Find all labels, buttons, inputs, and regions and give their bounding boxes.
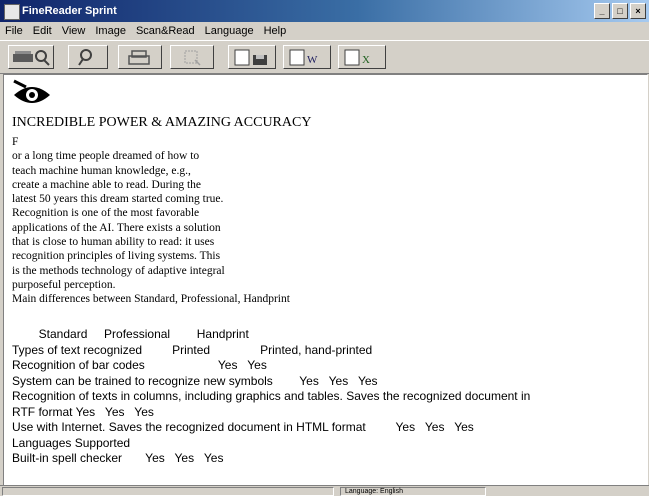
menu-view[interactable]: View (57, 22, 91, 40)
table-row: System can be trained to recognize new s… (12, 373, 378, 388)
close-button[interactable]: × (630, 3, 646, 19)
table-row: Types of text recognized Printed Printed… (12, 342, 373, 357)
maximize-button[interactable]: □ (612, 3, 628, 19)
save-doc-button[interactable] (228, 45, 276, 69)
text-line: Main differences between Standard, Profe… (12, 293, 290, 306)
table-row: Built-in spell checker Yes Yes Yes (12, 451, 224, 465)
selection-icon (184, 50, 201, 66)
eye-image (12, 79, 52, 111)
text-line: recognition principles of living systems… (12, 250, 221, 263)
send-excel-button[interactable]: X (338, 45, 386, 69)
status-panel-language: Language: English (340, 487, 486, 496)
app-icon (4, 4, 20, 20)
table-row: RTF format Yes Yes Yes (12, 404, 154, 419)
table-row: Recognition of bar codes Yes Yes (12, 358, 267, 372)
menu-scan-read[interactable]: Scan&Read (131, 22, 200, 40)
table-row: Recognition of texts in columns, includi… (12, 389, 531, 403)
print-button[interactable] (118, 45, 162, 69)
table-row: Languages Supported (12, 435, 131, 450)
select-button[interactable] (170, 45, 214, 69)
table-row: Standard Professional Handprint (12, 327, 249, 341)
menu-file[interactable]: File (0, 22, 28, 40)
send-document-icon: W (289, 49, 318, 66)
window-title: FineReader Sprint (22, 5, 117, 17)
magnifier-icon (78, 49, 92, 66)
send-word-button[interactable]: W (283, 45, 331, 69)
menu-image[interactable]: Image (90, 22, 131, 40)
svg-text:W: W (307, 54, 318, 66)
zoom-button[interactable] (68, 45, 108, 69)
toolbar: W X (0, 40, 649, 74)
text-line: teach machine human knowledge, e.g., (12, 164, 191, 177)
minimize-button[interactable]: _ (594, 3, 610, 19)
title-bar: FineReader Sprint _ □ × (0, 0, 649, 22)
document-heading: INCREDIBLE POWER & AMAZING ACCURACY (12, 115, 312, 130)
document-paragraph: F or a long time people dreamed of how t… (12, 135, 290, 307)
text-line: Recognition is one of the most favorable (12, 207, 200, 220)
text-line: latest 50 years this dream started comin… (12, 193, 224, 206)
menu-bar: File Edit View Image Scan&Read Language … (0, 22, 649, 40)
send-spreadsheet-icon: X (344, 49, 370, 66)
printer-icon (128, 50, 150, 65)
text-line: that is close to human ability to read: … (12, 236, 215, 249)
text-line: is the methods technology of adaptive in… (12, 264, 225, 277)
scan-read-button[interactable] (8, 45, 54, 69)
table-row: Use with Internet. Saves the recognized … (12, 420, 474, 434)
text-line: applications of the AI. There exists a s… (12, 221, 221, 234)
svg-text:X: X (362, 54, 370, 66)
text-line: purposeful perception. (12, 278, 116, 291)
text-line: create a machine able to read. During th… (12, 178, 202, 191)
scan-read-icon (13, 50, 50, 66)
document-view[interactable]: INCREDIBLE POWER & AMAZING ACCURACY F or… (3, 74, 648, 486)
status-panel-main (2, 487, 334, 496)
drop-cap: F (12, 136, 19, 148)
menu-language[interactable]: Language (200, 22, 259, 40)
menu-help[interactable]: Help (259, 22, 292, 40)
save-document-icon (234, 49, 267, 66)
menu-edit[interactable]: Edit (28, 22, 57, 40)
text-line: or a long time people dreamed of how to (12, 150, 200, 163)
comparison-table: Standard Professional Handprint Types of… (12, 327, 530, 467)
